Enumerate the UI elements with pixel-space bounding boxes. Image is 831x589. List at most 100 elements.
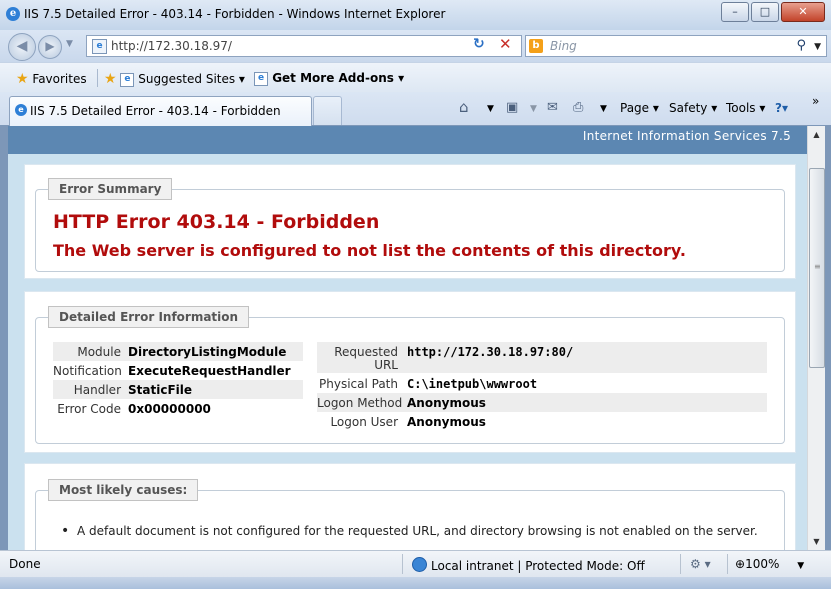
security-zone[interactable]: Local intranet | Protected Mode: Off: [412, 557, 645, 573]
tools-menu[interactable]: Tools ▾: [726, 101, 765, 115]
detailed-info-panel: Detailed Error Information Module Direct…: [24, 291, 796, 453]
scroll-up-icon[interactable]: ▲: [808, 126, 825, 143]
search-icon[interactable]: ⚲: [796, 38, 806, 53]
url-text[interactable]: http://172.30.18.97/: [111, 39, 232, 53]
iis-header-title: Internet Information Services 7.5: [582, 129, 791, 143]
home-icon[interactable]: ⌂: [459, 98, 469, 116]
globe-icon: [412, 557, 427, 572]
page-icon: e: [92, 39, 107, 54]
favorites-star-icon: ★: [16, 71, 29, 87]
error-summary-legend: Error Summary: [48, 178, 173, 200]
ie-logo-icon: e: [6, 7, 20, 21]
stop-icon[interactable]: ✕: [499, 35, 512, 53]
scroll-down-icon[interactable]: ▼: [808, 533, 825, 550]
window-title: IIS 7.5 Detailed Error - 403.14 - Forbid…: [24, 7, 446, 21]
suggested-sites-label: Suggested Sites ▾: [138, 72, 245, 86]
print-icon[interactable]: ⎙: [573, 100, 583, 115]
address-toolbar: ◀ ▶ ▼ e http://172.30.18.97/ ▼ ↻ ✕ b Bin…: [0, 30, 831, 62]
info-label: Physical Path: [319, 377, 398, 391]
favorites-label: Favorites: [32, 72, 87, 86]
info-label-line2: URL: [374, 358, 398, 372]
get-addons-button[interactable]: e Get More Add-ons ▾: [254, 71, 404, 86]
error-subtitle: The Web server is configured to not list…: [53, 241, 686, 260]
divider: [402, 554, 403, 574]
page-menu[interactable]: Page ▾: [620, 101, 659, 115]
info-value: C:\inetpub\wwwroot: [407, 377, 538, 391]
window-frame-bottom: [0, 577, 831, 589]
window-controls: – □ ✕: [719, 2, 825, 22]
status-text: Done: [9, 557, 41, 571]
info-row-handler: Handler StaticFile: [53, 380, 303, 399]
page-icon: e: [254, 71, 268, 86]
error-summary-panel: Error Summary HTTP Error 403.14 - Forbid…: [24, 164, 796, 279]
info-value: Anonymous: [407, 396, 486, 410]
info-value: StaticFile: [128, 383, 193, 397]
back-button[interactable]: ◀: [8, 33, 36, 61]
feeds-dropdown-icon[interactable]: ▼: [530, 104, 537, 114]
status-bar: Done Local intranet | Protected Mode: Of…: [0, 550, 831, 578]
bing-icon: b: [529, 39, 543, 53]
tab-label: IIS 7.5 Detailed Error - 403.14 - Forbid…: [30, 104, 281, 118]
causes-panel: Most likely causes: A default document i…: [24, 463, 796, 550]
zoom-button[interactable]: ⊕100% ▼: [735, 557, 804, 571]
search-input[interactable]: b Bing ⚲ ▼: [525, 35, 827, 57]
add-favorite-icon: ★: [104, 71, 117, 87]
scroll-thumb[interactable]: ≡: [809, 168, 825, 368]
info-row-error-code: Error Code 0x00000000: [53, 399, 303, 418]
info-row-notification: Notification ExecuteRequestHandler: [53, 361, 303, 380]
safety-menu[interactable]: Safety ▾: [669, 101, 717, 115]
chevron-more-icon[interactable]: »: [812, 94, 819, 108]
tab-active[interactable]: e IIS 7.5 Detailed Error - 403.14 - Forb…: [9, 96, 312, 126]
mail-icon[interactable]: ✉: [547, 100, 558, 115]
search-options-dropdown-icon[interactable]: ▼: [814, 42, 821, 52]
causes-legend: Most likely causes:: [48, 479, 199, 501]
print-dropdown-icon[interactable]: ▼: [600, 104, 607, 114]
maximize-button[interactable]: □: [751, 2, 779, 22]
info-row-requested-url: Requested URL http://172.30.18.97:80/: [317, 342, 767, 373]
info-label: Notification: [53, 364, 122, 378]
tab-ie-icon: e: [15, 104, 27, 116]
divider: [97, 69, 98, 87]
info-row-physical-path: Physical Path C:\inetpub\wwwroot: [317, 374, 767, 393]
zoom-icon: ⊕: [735, 557, 746, 571]
new-tab-button[interactable]: [313, 96, 342, 125]
info-label: Handler: [73, 383, 121, 397]
tab-bar: e IIS 7.5 Detailed Error - 403.14 - Forb…: [0, 92, 831, 126]
cause-item: A default document is not configured for…: [61, 523, 758, 539]
close-button[interactable]: ✕: [781, 2, 825, 22]
favorites-button[interactable]: ★ Favorites: [16, 71, 87, 87]
suggested-sites-button[interactable]: ★ e Suggested Sites ▾: [104, 71, 245, 87]
info-row-module: Module DirectoryListingModule: [53, 342, 303, 361]
causes-box: Most likely causes:: [35, 479, 785, 550]
home-dropdown-icon[interactable]: ▼: [487, 104, 494, 114]
forward-button[interactable]: ▶: [38, 35, 62, 59]
vertical-scrollbar[interactable]: ▲ ≡ ▼: [807, 126, 825, 550]
info-label: Error Code: [57, 402, 121, 416]
info-label: Module: [77, 345, 121, 359]
info-label: Logon Method: [317, 396, 403, 410]
help-icon[interactable]: ?▾: [775, 101, 788, 115]
iis-header: Internet Information Services 7.5: [8, 126, 807, 154]
addons-label: Get More Add-ons ▾: [272, 71, 405, 85]
info-value: DirectoryListingModule: [128, 345, 287, 359]
title-bar: e IIS 7.5 Detailed Error - 403.14 - Forb…: [0, 0, 831, 31]
refresh-icon[interactable]: ↻: [473, 36, 485, 52]
info-label: Logon User: [330, 415, 398, 429]
info-value: Anonymous: [407, 415, 486, 429]
info-value: 0x00000000: [128, 402, 211, 416]
minimize-button[interactable]: –: [721, 2, 749, 22]
address-field[interactable]: e http://172.30.18.97/ ▼: [86, 35, 548, 57]
zoom-level: 100%: [745, 557, 780, 571]
info-label: Requested: [334, 345, 398, 359]
page-icon: e: [120, 72, 135, 87]
zoom-dropdown-icon[interactable]: ▼: [797, 561, 804, 571]
error-title: HTTP Error 403.14 - Forbidden: [53, 211, 380, 233]
feeds-icon[interactable]: ▣: [506, 100, 518, 115]
add-on-status-icon[interactable]: ⚙ ▾: [690, 557, 711, 571]
history-dropdown-icon[interactable]: ▼: [66, 39, 73, 49]
detailed-info-legend: Detailed Error Information: [48, 306, 250, 328]
zone-label: Local intranet | Protected Mode: Off: [431, 559, 645, 573]
search-placeholder: Bing: [550, 39, 577, 53]
page-content: Internet Information Services 7.5 Error …: [8, 126, 807, 550]
grip-icon: ≡: [814, 262, 821, 271]
